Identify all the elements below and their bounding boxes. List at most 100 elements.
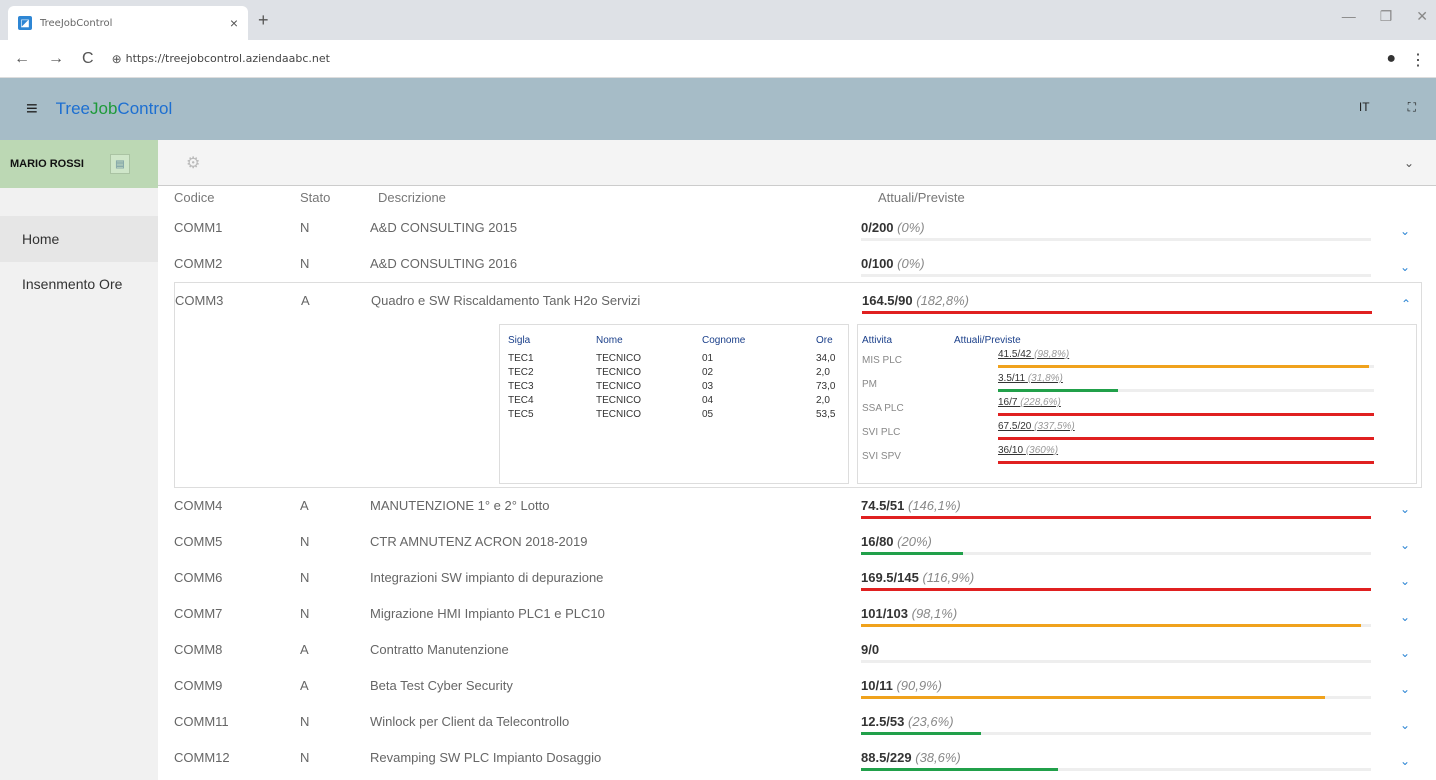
chevron-down-icon[interactable]: ⌄ (1400, 682, 1410, 696)
table-row[interactable]: COMM6 N Integrazioni SW impianto di depura… (158, 560, 1436, 596)
row-actual-planned: 88.5/229 (38,6%) (861, 750, 961, 765)
chevron-down-icon[interactable]: ⌄ (1400, 538, 1410, 552)
chevron-down-icon[interactable]: ⌄ (1404, 156, 1414, 170)
close-window-icon[interactable]: ✕ (1416, 8, 1428, 25)
actual-planned-value: 88.5/229 (861, 750, 912, 765)
percent-value: (38,6%) (915, 750, 961, 765)
fullscreen-icon[interactable]: ⛶ (1408, 100, 1416, 115)
activity-value: 67.5/20 (337,5%) (998, 421, 1075, 432)
back-icon[interactable]: ← (14, 50, 30, 68)
tech-cell-cognome: 04 (702, 395, 714, 406)
percent-value: (23,6%) (908, 714, 954, 729)
chevron-down-icon[interactable]: ⌄ (1400, 224, 1410, 238)
tech-cell-ore: 73,0 (816, 381, 836, 392)
new-tab-icon[interactable]: + (258, 10, 269, 31)
activity-name: SSA PLC (862, 403, 904, 414)
hamburger-menu-icon[interactable]: ≡ (26, 98, 38, 121)
actual-planned-value: 10/11 (861, 678, 893, 693)
row-actual-planned: 101/103 (98,1%) (861, 606, 957, 621)
user-settings-icon[interactable]: ▤ (109, 154, 130, 174)
tech-cell-sigla: TEC5 (508, 409, 534, 420)
user-panel: MARIO ROSSI ▤ (0, 140, 158, 188)
table-row[interactable]: COMM5 N CTR AMNUTENZ ACRON 2018-2019 16/80 … (158, 524, 1436, 560)
progress-bar (861, 274, 1371, 277)
row-stato: A (300, 678, 309, 693)
row-description: Integrazioni SW impianto di depurazione (370, 570, 604, 585)
activity-progress-bar (998, 365, 1374, 368)
app-brand: TreeJobControl (55, 99, 173, 118)
minimize-icon[interactable]: — (1342, 8, 1356, 25)
chevron-down-icon[interactable]: ⌄ (1400, 754, 1410, 768)
row-detail-panel: Sigla Nome Cognome Ore TEC1 TECNICO 01 34,0 TEC2… (174, 318, 1422, 488)
tech-cell-nome: TECNICO (596, 409, 641, 420)
address-bar[interactable]: https://treejobcontrol.aziendaabc.net (126, 52, 330, 65)
tech-cell-cognome: 02 (702, 367, 714, 378)
progress-fill (861, 552, 963, 555)
table-row[interactable]: COMM7 N Migrazione HMI Impianto PLC1 e PLC… (158, 596, 1436, 632)
row-description: Revamping SW PLC Impianto Dosaggio (370, 750, 602, 765)
table-row[interactable]: COMM11 N Winlock per Client da Telecontrol… (158, 704, 1436, 740)
chevron-down-icon[interactable]: ⌄ (1400, 574, 1410, 588)
filter-bar: ⚙ ⌄ (158, 140, 1436, 186)
row-stato: N (300, 220, 310, 235)
tech-cell-nome: TECNICO (596, 353, 641, 364)
percent-value: (116,9%) (922, 570, 975, 585)
table-row[interactable]: COMM9 A Beta Test Cyber Security 10/11 (90,… (158, 668, 1436, 704)
progress-fill (861, 588, 1371, 591)
activity-header-actual: Attuali/Previste (954, 335, 1021, 346)
table-row[interactable]: COMM12 N Revamping SW PLC Impianto Dosaggi… (158, 740, 1436, 776)
actual-planned-value: 0/100 (861, 256, 894, 271)
language-selector[interactable]: IT (1359, 100, 1370, 115)
chevron-up-icon[interactable]: ⌃ (1401, 297, 1411, 311)
row-code: COMM11 (174, 714, 229, 729)
progress-bar (861, 696, 1371, 699)
table-row[interactable]: COMM2 N A&D CONSULTING 2016 0/100 (0%) ⌄ (158, 246, 1436, 282)
tech-header-cognome: Cognome (702, 335, 746, 346)
row-code: COMM8 (174, 642, 223, 657)
sidebar-item-inserimento-ore[interactable]: Insenmento Ore (0, 262, 158, 306)
row-stato: N (300, 750, 310, 765)
activity-header: Attivita (862, 335, 893, 346)
row-description: Migrazione HMI Impianto PLC1 e PLC10 (370, 606, 605, 621)
chevron-down-icon[interactable]: ⌄ (1400, 260, 1410, 274)
gear-icon[interactable]: ⚙ (186, 153, 200, 173)
activity-name: PM (862, 379, 877, 390)
browser-tab[interactable]: ◪ TreeJobControl × (8, 6, 248, 40)
tech-cell-nome: TECNICO (596, 367, 641, 378)
chevron-down-icon[interactable]: ⌄ (1400, 646, 1410, 660)
tab-close-icon[interactable]: × (230, 15, 238, 31)
progress-fill (861, 516, 1371, 519)
progress-bar (862, 311, 1372, 314)
profile-icon[interactable]: ● (1386, 50, 1396, 70)
chevron-down-icon[interactable]: ⌄ (1400, 610, 1410, 624)
row-stato: A (301, 293, 310, 308)
table-row[interactable]: COMM1 N A&D CONSULTING 2015 0/200 (0%) ⌄ (158, 210, 1436, 246)
actual-planned-value: 74.5/51 (861, 498, 905, 513)
row-description: Beta Test Cyber Security (370, 678, 513, 693)
forward-icon[interactable]: → (48, 50, 64, 68)
actual-planned-value: 12.5/53 (861, 714, 905, 729)
row-code: COMM6 (174, 570, 223, 585)
table-row[interactable]: COMM4 A MANUTENZIONE 1° e 2° Lotto 74.5/51 … (158, 488, 1436, 524)
sidebar-item-home[interactable]: Home (0, 216, 158, 262)
row-actual-planned: 0/200 (0%) (861, 220, 925, 235)
row-code: COMM1 (174, 220, 223, 235)
reload-icon[interactable]: C (82, 50, 94, 68)
tech-cell-nome: TECNICO (596, 381, 641, 392)
table-row[interactable]: COMM8 A Contratto Manutenzione 9/0 ⌄ (158, 632, 1436, 668)
header-attuali-previste: Attuali/Previste (878, 190, 965, 205)
main-content: ⚙ ⌄ Codice Stato Descrizione Attuali/Pre… (158, 140, 1436, 780)
sidebar: MARIO ROSSI ▤ Home Insenmento Ore (0, 140, 158, 780)
row-actual-planned: 9/0 (861, 642, 879, 657)
tech-cell-cognome: 05 (702, 409, 714, 420)
chevron-down-icon[interactable]: ⌄ (1400, 718, 1410, 732)
restore-icon[interactable]: ❐ (1380, 8, 1393, 25)
row-description: Quadro e SW Riscaldamento Tank H2o Servi… (371, 293, 641, 308)
menu-icon[interactable]: ⋮ (1410, 50, 1426, 70)
tech-cell-ore: 2,0 (816, 395, 830, 406)
tech-cell-sigla: TEC3 (508, 381, 534, 392)
chevron-down-icon[interactable]: ⌄ (1400, 502, 1410, 516)
site-info-icon[interactable]: ⊕ (112, 52, 122, 66)
progress-fill (861, 768, 1058, 771)
table-row[interactable]: COMM3 A Quadro e SW Riscaldamento Tank H2o… (174, 282, 1422, 318)
